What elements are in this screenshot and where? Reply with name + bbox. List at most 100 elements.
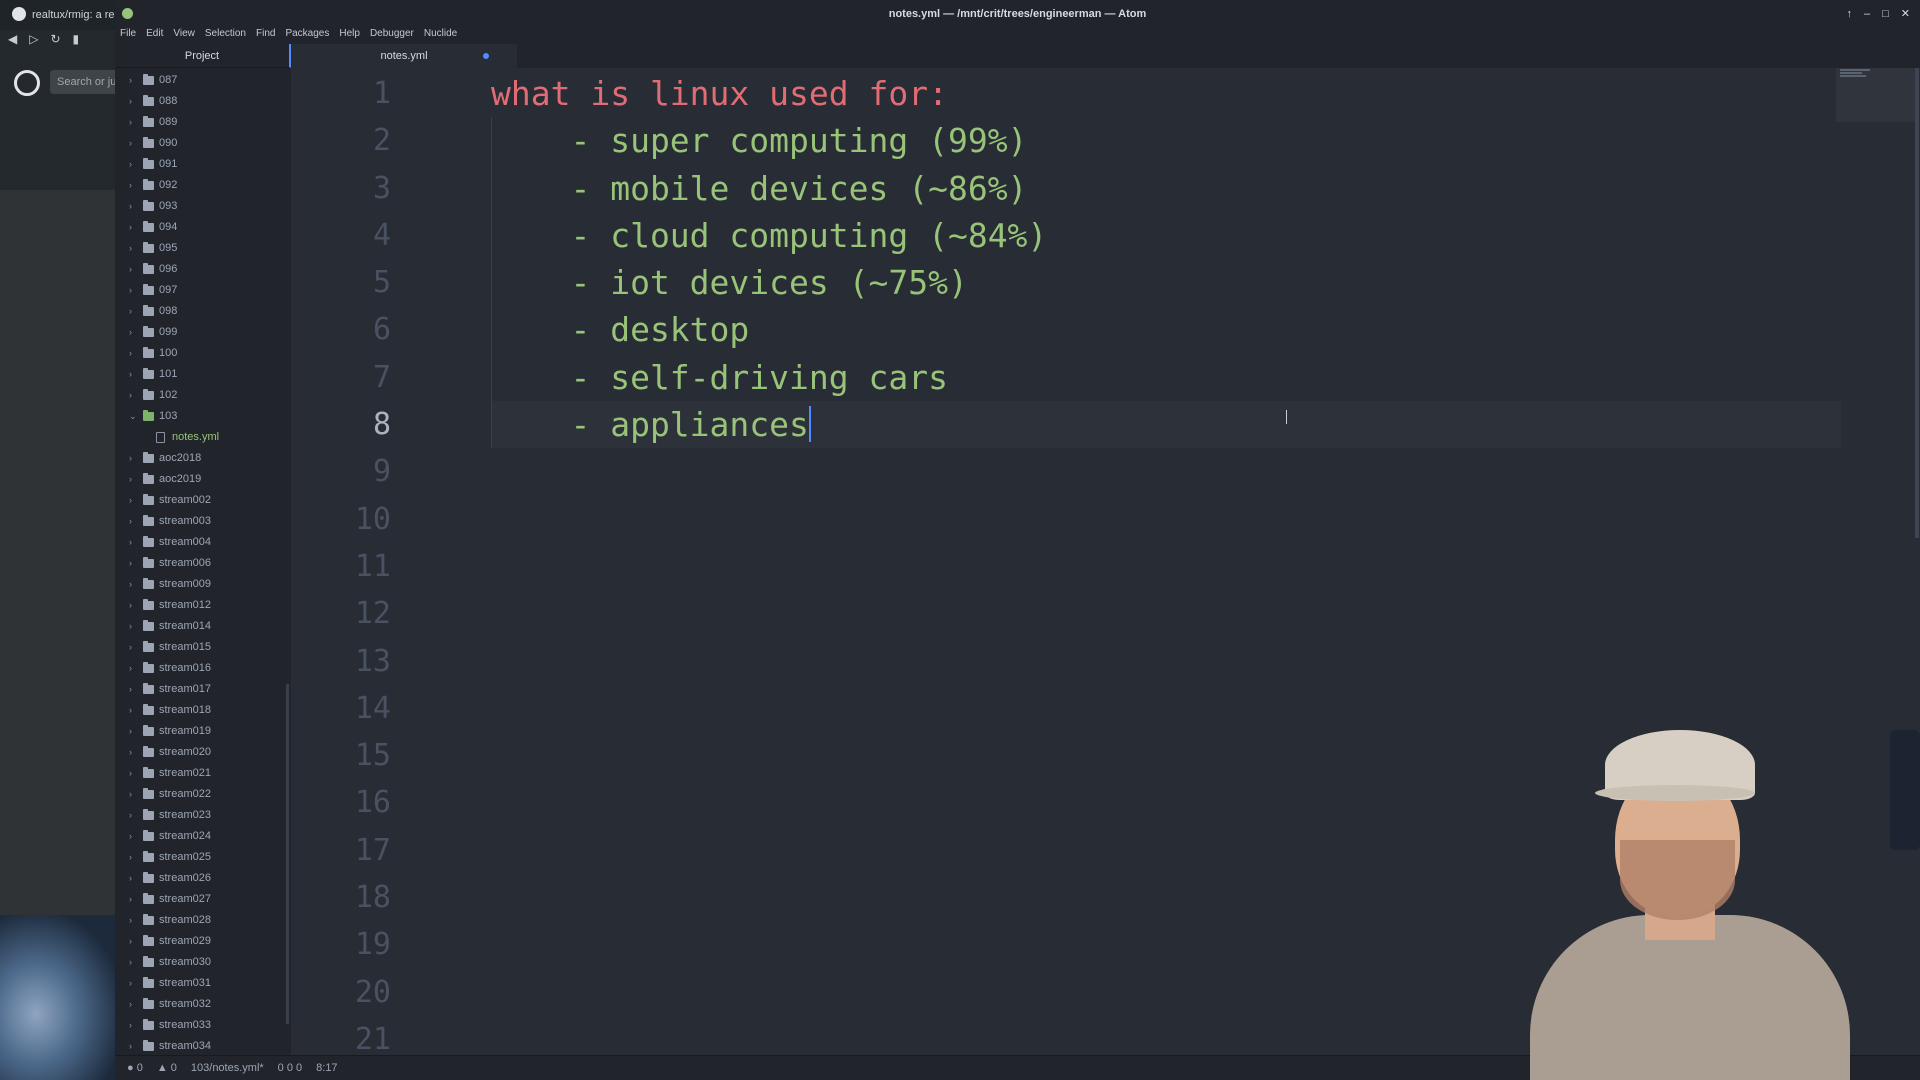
code-line[interactable]	[491, 590, 1841, 637]
tree-item[interactable]: › stream015	[115, 637, 291, 658]
tree-item[interactable]: › stream004	[115, 532, 291, 553]
chevron-right-icon[interactable]: ›	[129, 133, 139, 154]
minimap[interactable]	[1836, 68, 1916, 122]
error-count[interactable]: ● 0	[127, 1056, 143, 1080]
back-icon[interactable]: ◀	[8, 32, 17, 52]
tree-item[interactable]: › 102	[115, 385, 291, 406]
chevron-right-icon[interactable]: ›	[129, 616, 139, 637]
code-line[interactable]: what is linux used for:	[491, 70, 1841, 117]
tree-item[interactable]: › stream025	[115, 847, 291, 868]
tree-item[interactable]: › stream027	[115, 889, 291, 910]
tree-item[interactable]: › stream023	[115, 805, 291, 826]
tree-item[interactable]: › stream034	[115, 1036, 291, 1057]
chevron-right-icon[interactable]: ›	[129, 574, 139, 595]
editor-scrollbar[interactable]	[1915, 68, 1919, 538]
browser-tab[interactable]: realtux/rmig: a reim	[0, 0, 120, 30]
chevron-right-icon[interactable]: ›	[129, 721, 139, 742]
file-path[interactable]: 103/notes.yml*	[191, 1056, 264, 1080]
tree-item[interactable]: › 099	[115, 322, 291, 343]
tree-item[interactable]: › stream030	[115, 952, 291, 973]
code-line[interactable]	[491, 638, 1841, 685]
menu-item-help[interactable]: Help	[339, 24, 360, 44]
bookmark-icon[interactable]: ▮	[73, 32, 80, 52]
tree-item[interactable]: › stream031	[115, 973, 291, 994]
tree-item[interactable]: › 093	[115, 196, 291, 217]
tree-item[interactable]: › 088	[115, 91, 291, 112]
reload-icon[interactable]: ↻	[50, 32, 60, 52]
code-line[interactable]: - self-driving cars	[491, 353, 1841, 402]
menu-item-packages[interactable]: Packages	[285, 24, 329, 44]
tree-item[interactable]: › stream006	[115, 553, 291, 574]
tree-item[interactable]: › stream014	[115, 616, 291, 637]
chevron-right-icon[interactable]: ›	[129, 700, 139, 721]
tree-item[interactable]: › stream017	[115, 679, 291, 700]
tree-item[interactable]: › stream033	[115, 1015, 291, 1036]
menu-item-file[interactable]: File	[120, 24, 136, 44]
chevron-right-icon[interactable]: ›	[129, 532, 139, 553]
tree-item[interactable]: › stream003	[115, 511, 291, 532]
chevron-right-icon[interactable]: ›	[129, 511, 139, 532]
tree-item[interactable]: › 090	[115, 133, 291, 154]
chevron-right-icon[interactable]: ›	[129, 259, 139, 280]
tree-item[interactable]: › 100	[115, 343, 291, 364]
tree-item[interactable]: › stream029	[115, 931, 291, 952]
chevron-right-icon[interactable]: ›	[129, 910, 139, 931]
tree-item[interactable]: › stream026	[115, 868, 291, 889]
chevron-right-icon[interactable]: ›	[129, 280, 139, 301]
chevron-down-icon[interactable]: ⌄	[129, 406, 139, 427]
tree-item[interactable]: › 092	[115, 175, 291, 196]
chevron-right-icon[interactable]: ›	[129, 847, 139, 868]
chevron-right-icon[interactable]: ›	[129, 385, 139, 406]
chevron-right-icon[interactable]: ›	[129, 112, 139, 133]
tree-item[interactable]: › aoc2019	[115, 469, 291, 490]
code-line[interactable]: - cloud computing (~84%)	[491, 211, 1841, 260]
chevron-right-icon[interactable]: ›	[129, 679, 139, 700]
chevron-right-icon[interactable]: ›	[129, 658, 139, 679]
tree-item[interactable]: › stream032	[115, 994, 291, 1015]
chevron-right-icon[interactable]: ›	[129, 742, 139, 763]
tree-item[interactable]: › 095	[115, 238, 291, 259]
github-logo-icon[interactable]	[14, 70, 40, 96]
chevron-right-icon[interactable]: ›	[129, 364, 139, 385]
linter-status[interactable]: 0 0 0	[278, 1056, 302, 1080]
cursor-position[interactable]: 8:17	[316, 1056, 337, 1080]
chevron-right-icon[interactable]: ›	[129, 469, 139, 490]
chevron-right-icon[interactable]: ›	[129, 448, 139, 469]
code-line[interactable]: - appliances	[491, 401, 1841, 449]
chevron-right-icon[interactable]: ›	[129, 889, 139, 910]
forward-icon[interactable]: ▷	[29, 32, 38, 52]
tree-item[interactable]: › stream024	[115, 826, 291, 847]
warning-count[interactable]: ▲ 0	[157, 1056, 177, 1080]
tree-item[interactable]: › 094	[115, 217, 291, 238]
tree-scrollbar[interactable]	[286, 684, 289, 1024]
chevron-right-icon[interactable]: ›	[129, 70, 139, 91]
menu-item-view[interactable]: View	[173, 24, 195, 44]
code-line[interactable]: - iot devices (~75%)	[491, 259, 1841, 307]
chevron-right-icon[interactable]: ›	[129, 301, 139, 322]
chevron-right-icon[interactable]: ›	[129, 91, 139, 112]
chevron-right-icon[interactable]: ›	[129, 196, 139, 217]
chevron-right-icon[interactable]: ›	[129, 175, 139, 196]
code-line[interactable]	[491, 448, 1841, 495]
chevron-right-icon[interactable]: ›	[129, 637, 139, 658]
tree-item[interactable]: › stream028	[115, 910, 291, 931]
tree-item[interactable]: › aoc2018	[115, 448, 291, 469]
chevron-right-icon[interactable]: ›	[129, 322, 139, 343]
tab-notes-yml[interactable]: notes.yml	[291, 44, 517, 68]
code-line[interactable]: - super computing (99%)	[491, 117, 1841, 165]
chevron-right-icon[interactable]: ›	[129, 1015, 139, 1036]
menu-item-edit[interactable]: Edit	[146, 24, 163, 44]
chevron-right-icon[interactable]: ›	[129, 931, 139, 952]
chevron-right-icon[interactable]: ›	[129, 763, 139, 784]
menu-item-find[interactable]: Find	[256, 24, 275, 44]
chevron-right-icon[interactable]: ›	[129, 1036, 139, 1057]
chevron-right-icon[interactable]: ›	[129, 868, 139, 889]
chevron-right-icon[interactable]: ›	[129, 154, 139, 175]
tree-item[interactable]: › 101	[115, 364, 291, 385]
tree-item[interactable]: › 089	[115, 112, 291, 133]
chevron-right-icon[interactable]: ›	[129, 238, 139, 259]
tree-item[interactable]: › stream020	[115, 742, 291, 763]
menu-item-debugger[interactable]: Debugger	[370, 24, 414, 44]
tree-item[interactable]: › stream002	[115, 490, 291, 511]
tree-item[interactable]: › stream009	[115, 574, 291, 595]
